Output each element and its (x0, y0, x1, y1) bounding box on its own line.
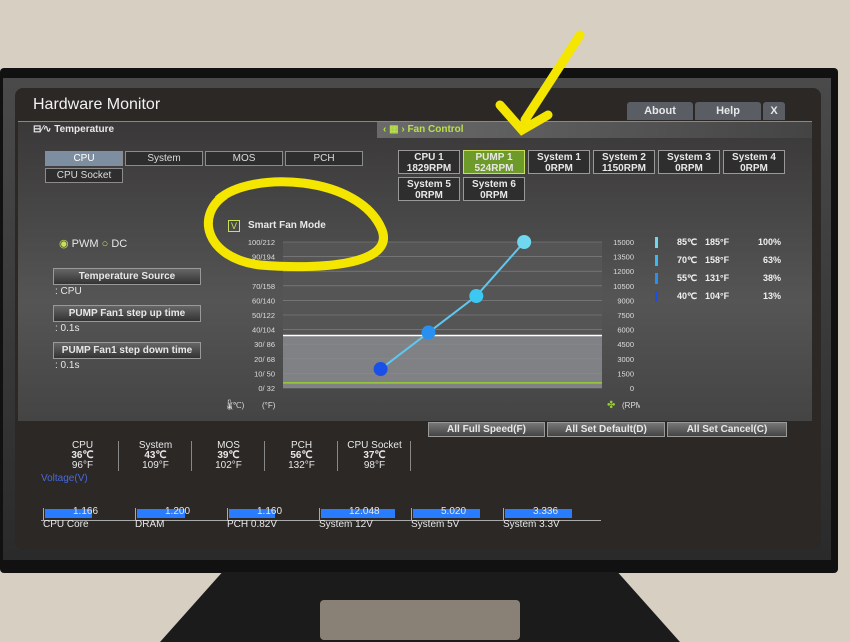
annotation-arrow (495, 30, 585, 136)
annotation-circle (204, 177, 388, 272)
yellow-annotation (204, 30, 585, 272)
